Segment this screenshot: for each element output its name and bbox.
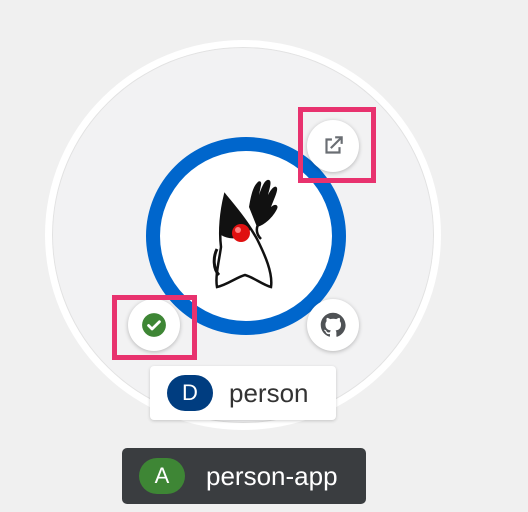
application-name: person-app — [206, 460, 338, 491]
node-name: person — [229, 377, 309, 408]
deployment-badge: D — [167, 375, 213, 411]
external-link-highlight — [298, 107, 376, 183]
node-label[interactable]: D person — [150, 366, 336, 420]
application-badge: A — [139, 458, 185, 494]
source-code-decorator[interactable] — [307, 299, 359, 351]
status-highlight — [112, 295, 197, 360]
github-icon — [320, 312, 346, 337]
java-duke-icon — [212, 179, 278, 289]
application-label[interactable]: A person-app — [122, 448, 366, 504]
